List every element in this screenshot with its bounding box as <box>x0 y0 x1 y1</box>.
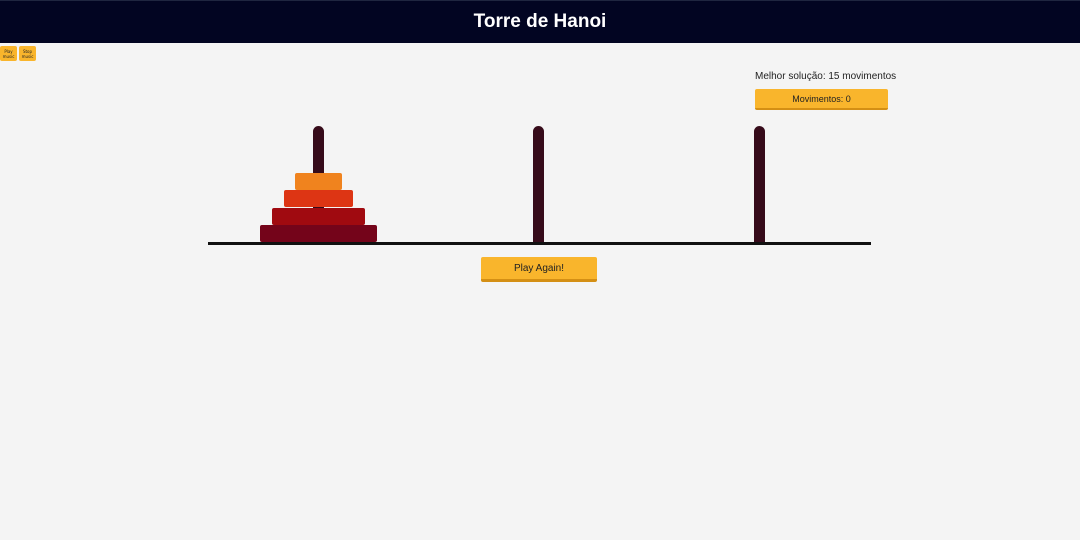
stop-music-button[interactable]: Stop music <box>19 46 36 61</box>
disk-2[interactable] <box>284 190 353 207</box>
page-title: Torre de Hanoi <box>473 11 607 32</box>
disk-3[interactable] <box>272 208 365 225</box>
disk-4[interactable] <box>260 225 377 242</box>
best-solution-text: Melhor solução: 15 movimentos <box>755 71 897 82</box>
disk-1[interactable] <box>295 173 342 190</box>
rod-2[interactable] <box>533 126 544 244</box>
play-again-button[interactable]: Play Again! <box>481 257 597 282</box>
app-header: Torre de Hanoi <box>0 0 1080 43</box>
play-music-button[interactable]: Play music <box>0 46 17 61</box>
rod-3[interactable] <box>754 126 765 244</box>
moves-counter: Movimentos: 0 <box>755 89 888 110</box>
